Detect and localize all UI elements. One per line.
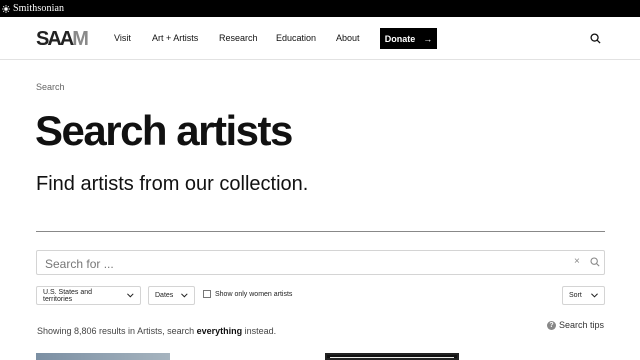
chevron-down-icon <box>591 293 598 298</box>
help-icon: ? <box>547 320 556 330</box>
nav-education[interactable]: Education <box>276 33 316 43</box>
women-only-filter[interactable]: Show only women artists <box>203 290 292 298</box>
breadcrumb[interactable]: Search <box>36 82 65 92</box>
chevron-down-icon <box>181 293 188 298</box>
dates-dropdown-value: Dates <box>155 292 174 299</box>
nav-research[interactable]: Research <box>219 33 258 43</box>
nav-visit[interactable]: Visit <box>114 33 131 43</box>
divider <box>36 231 605 232</box>
donate-label: Donate <box>384 33 416 44</box>
nav-about[interactable]: About <box>336 33 360 43</box>
search-everything-link[interactable]: everything <box>197 326 243 336</box>
page-subtitle: Find artists from our collection. <box>36 173 309 195</box>
nav-art-artists[interactable]: Art + Artists <box>152 33 198 43</box>
dates-dropdown[interactable]: Dates <box>148 286 195 305</box>
search-input[interactable] <box>43 254 567 273</box>
women-only-label: Show only women artists <box>215 290 293 298</box>
donate-button[interactable]: Donate → <box>380 28 437 49</box>
smithsonian-sun-icon <box>2 4 10 13</box>
smithsonian-link[interactable]: Smithsonian <box>13 3 64 14</box>
clear-icon[interactable]: × <box>574 256 580 267</box>
women-only-checkbox[interactable] <box>203 290 211 298</box>
result-card-image[interactable] <box>36 353 170 360</box>
search-submit-icon[interactable] <box>590 257 600 267</box>
main-nav: SAAM Visit Art + Artists Research Educat… <box>0 17 640 60</box>
page-title: Search artists <box>35 107 293 154</box>
search-tips-link[interactable]: ? Search tips <box>547 320 604 330</box>
saam-logo[interactable]: SAAM <box>36 28 89 51</box>
region-dropdown[interactable]: U.S. States and territories <box>36 286 141 305</box>
result-card-image[interactable] <box>325 353 459 360</box>
chevron-down-icon <box>127 293 134 298</box>
results-summary: Showing 8,806 results in Artists, search… <box>37 326 277 336</box>
sort-dropdown-value: Sort <box>569 292 582 299</box>
region-dropdown-value: U.S. States and territories <box>43 288 93 303</box>
arrow-right-icon: → <box>423 33 433 44</box>
search-tips-label: Search tips <box>559 320 605 330</box>
search-box: × <box>36 250 605 275</box>
smithsonian-bar: Smithsonian <box>0 0 640 17</box>
search-icon[interactable] <box>590 33 601 44</box>
sort-dropdown[interactable]: Sort <box>562 286 605 305</box>
